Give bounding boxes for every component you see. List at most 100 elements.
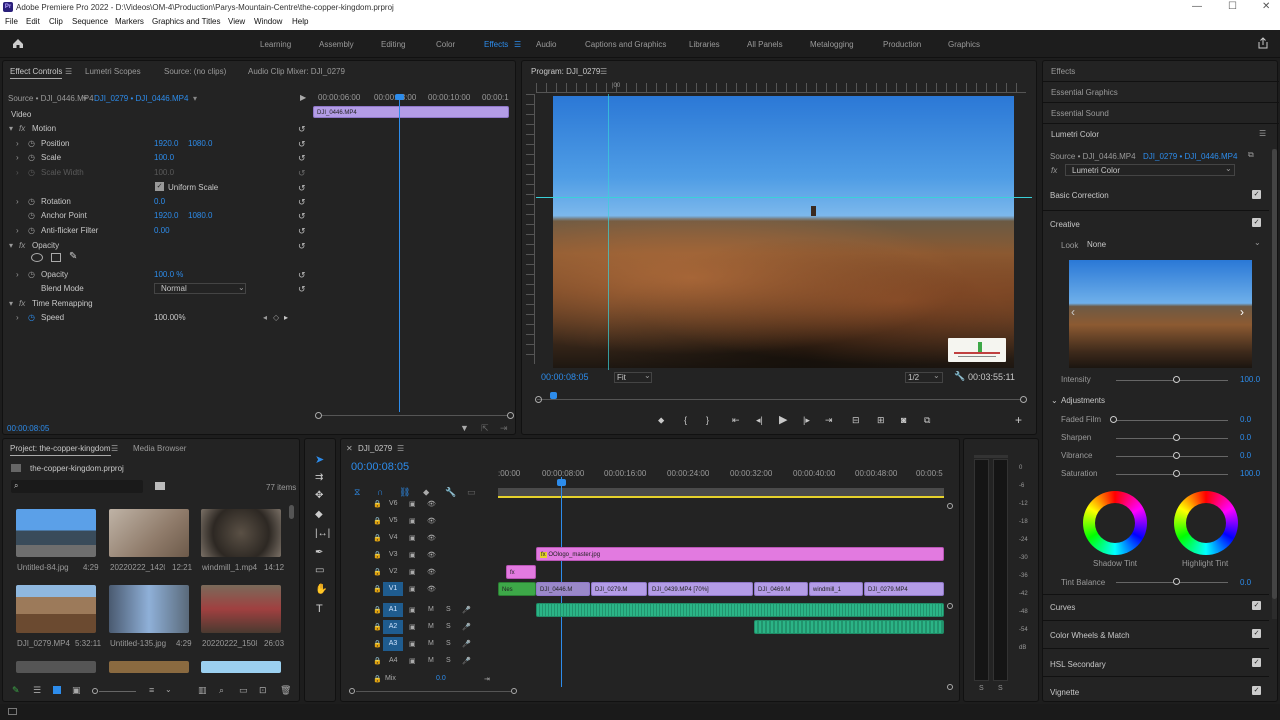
mix-track-header[interactable]: 🔒 Mix 0.0 ⇥ bbox=[341, 671, 496, 687]
track-scroll-handle[interactable] bbox=[947, 503, 953, 509]
timeline-zoom-right[interactable] bbox=[511, 688, 517, 694]
vibrance-slider-knob[interactable] bbox=[1173, 452, 1180, 459]
lumetri-effect-select[interactable]: Lumetri Color bbox=[1065, 164, 1235, 176]
play-clip-icon[interactable]: ▶ bbox=[300, 93, 306, 102]
faded-film-slider[interactable] bbox=[1116, 420, 1228, 421]
intensity-slider[interactable] bbox=[1116, 380, 1228, 381]
workspace-assembly[interactable]: Assembly bbox=[319, 40, 354, 49]
look-select[interactable]: None bbox=[1085, 239, 1263, 251]
rotation-row[interactable]: › ◷ Rotation 0.0 ↺ bbox=[3, 194, 311, 208]
tint-balance-value[interactable]: 0.0 bbox=[1240, 578, 1251, 587]
track-header-a1[interactable]: 🔒 A1 ▣ M S 🎤 bbox=[341, 602, 496, 618]
razor-tool-icon[interactable]: ◆ bbox=[315, 509, 323, 520]
workspace-production[interactable]: Production bbox=[883, 40, 921, 49]
selection-tool-icon[interactable]: ➤ bbox=[315, 453, 324, 466]
program-playhead[interactable] bbox=[550, 392, 557, 399]
step-back-icon[interactable]: ◂| bbox=[756, 415, 763, 426]
zoom-slider[interactable] bbox=[99, 691, 136, 692]
chevron-down-icon[interactable]: ⌄ bbox=[1225, 164, 1232, 173]
opacity-row[interactable]: › ◷ Opacity 100.0 % ↺ bbox=[3, 267, 311, 281]
menu-markers[interactable]: Markers bbox=[115, 17, 144, 26]
extract-icon[interactable]: ⊞ bbox=[877, 415, 885, 426]
thumbnail-partial[interactable] bbox=[109, 661, 189, 673]
workspace-learning[interactable]: Learning bbox=[260, 40, 291, 49]
thumbnail-untitled-135[interactable] bbox=[109, 585, 189, 633]
source-dropdown-icon[interactable]: ▾ bbox=[83, 94, 87, 103]
menu-help[interactable]: Help bbox=[292, 17, 308, 26]
home-icon[interactable] bbox=[12, 38, 24, 49]
track-scroll-handle[interactable] bbox=[947, 603, 953, 609]
freeform-view-icon[interactable]: ▣ bbox=[72, 685, 81, 696]
curves-section[interactable]: Curves bbox=[1050, 603, 1075, 612]
toggle-effect-icon[interactable]: ⧉ bbox=[1248, 150, 1254, 160]
timeline-title[interactable]: DJI_0279 bbox=[358, 444, 392, 453]
clip-v2-graphic[interactable]: fx bbox=[506, 565, 536, 579]
saturation-slider-knob[interactable] bbox=[1173, 470, 1180, 477]
tab-source[interactable]: Source: (no clips) bbox=[164, 67, 226, 76]
effects-panel-tab[interactable]: Effects bbox=[1051, 67, 1075, 76]
audio-clip-a1[interactable] bbox=[536, 603, 944, 617]
basic-correction-checkbox[interactable]: ✓ bbox=[1252, 190, 1261, 199]
creative-checkbox[interactable]: ✓ bbox=[1252, 218, 1261, 227]
step-forward-icon[interactable]: |▸ bbox=[803, 415, 810, 426]
ellipse-mask-icon[interactable] bbox=[31, 253, 43, 262]
clip-dji-0439[interactable]: DJI_0439.MP4 [70%] bbox=[648, 582, 753, 596]
pencil-icon[interactable]: ✎ bbox=[12, 685, 20, 696]
close-icon[interactable]: ✕ bbox=[1262, 1, 1270, 12]
clip-dji-0279-a[interactable]: DJI_0279.M bbox=[591, 582, 647, 596]
workspace-editing[interactable]: Editing bbox=[381, 40, 405, 49]
scrub-left-handle[interactable] bbox=[535, 396, 542, 403]
thumbnail-20220222-150828[interactable] bbox=[201, 585, 281, 633]
tab-project[interactable]: Project: the-copper-kingdom bbox=[10, 444, 111, 456]
minimize-icon[interactable]: — bbox=[1192, 1, 1202, 12]
program-monitor-title[interactable]: Program: DJI_0279 bbox=[531, 67, 600, 76]
menu-clip[interactable]: Clip bbox=[49, 17, 63, 26]
panel-menu-icon[interactable]: ☰ bbox=[65, 67, 72, 76]
clip-nested-sequence[interactable]: Nes bbox=[498, 582, 536, 596]
ec-playhead-handle[interactable] bbox=[395, 94, 404, 100]
workspace-graphics[interactable]: Graphics bbox=[948, 40, 980, 49]
menu-sequence[interactable]: Sequence bbox=[72, 17, 108, 26]
adjustments-label[interactable]: Adjustments bbox=[1061, 396, 1105, 405]
track-header-a3[interactable]: 🔒 A3 ▣ M S 🎤 bbox=[341, 636, 496, 652]
sequence-dropdown-icon[interactable]: ▾ bbox=[193, 94, 197, 103]
thumbnail-dji-0279[interactable] bbox=[16, 585, 96, 633]
wrench-icon[interactable]: 🔧 bbox=[954, 371, 965, 382]
vignette-checkbox[interactable]: ✓ bbox=[1252, 686, 1261, 695]
sharpen-value[interactable]: 0.0 bbox=[1240, 433, 1251, 442]
blend-mode-row[interactable]: Blend Mode Normal ⌄ ↺ bbox=[3, 281, 311, 295]
color-wheels-section[interactable]: Color Wheels & Match bbox=[1050, 631, 1130, 640]
workspace-libraries[interactable]: Libraries bbox=[689, 40, 720, 49]
basic-correction-section[interactable]: Basic Correction bbox=[1050, 191, 1109, 200]
go-to-in-icon[interactable]: ⇤ bbox=[732, 415, 740, 426]
previous-look-icon[interactable]: ‹ bbox=[1071, 305, 1075, 319]
track-header-v2[interactable]: 🔒 V2 ▣ 👁 bbox=[341, 564, 496, 580]
new-item-icon[interactable]: ⊡ bbox=[259, 685, 267, 696]
track-header-a2[interactable]: 🔒 A2 ▣ M S 🎤 bbox=[341, 619, 496, 635]
ripple-edit-tool-icon[interactable]: ✥ bbox=[315, 490, 323, 501]
track-header-v3[interactable]: 🔒 V3 ▣ 👁 bbox=[341, 547, 496, 563]
audio-clip-a2[interactable] bbox=[754, 620, 944, 634]
timeline-timecode[interactable]: 00:00:08:05 bbox=[351, 461, 409, 473]
panel-menu-icon[interactable]: ☰ bbox=[1259, 129, 1266, 138]
workspace-menu-icon[interactable]: ☰ bbox=[514, 40, 521, 49]
vibrance-value[interactable]: 0.0 bbox=[1240, 451, 1251, 460]
camera-icon[interactable]: ◙ bbox=[901, 415, 906, 425]
lumetri-scrollbar[interactable] bbox=[1272, 149, 1277, 599]
add-marker-icon[interactable]: ⬥ bbox=[658, 415, 664, 426]
shadow-tint-wheel[interactable] bbox=[1083, 491, 1147, 555]
intensity-slider-knob[interactable] bbox=[1173, 376, 1180, 383]
workspace-color[interactable]: Color bbox=[436, 40, 455, 49]
new-bin-icon[interactable]: ▭ bbox=[239, 685, 248, 696]
mark-in-icon[interactable]: { bbox=[684, 415, 687, 425]
guide-horizontal[interactable] bbox=[536, 197, 1032, 198]
thumbnail-20220222-142058[interactable] bbox=[109, 509, 189, 557]
color-wheels-checkbox[interactable]: ✓ bbox=[1252, 629, 1261, 638]
trash-icon[interactable]: 🗑 bbox=[280, 685, 291, 696]
anchor-point-row[interactable]: ◷ Anchor Point 1920.0 1080.0 ↺ bbox=[3, 208, 311, 222]
workspace-captions[interactable]: Captions and Graphics bbox=[585, 40, 666, 49]
project-scrollbar[interactable] bbox=[289, 505, 294, 519]
clip-windmill[interactable]: windmill_1 bbox=[809, 582, 863, 596]
sequence-clip-label[interactable]: DJI_0279 • DJI_0446.MP4 bbox=[94, 94, 188, 103]
opacity-group-row[interactable]: ▾ fx Opacity ↺ bbox=[3, 238, 311, 252]
